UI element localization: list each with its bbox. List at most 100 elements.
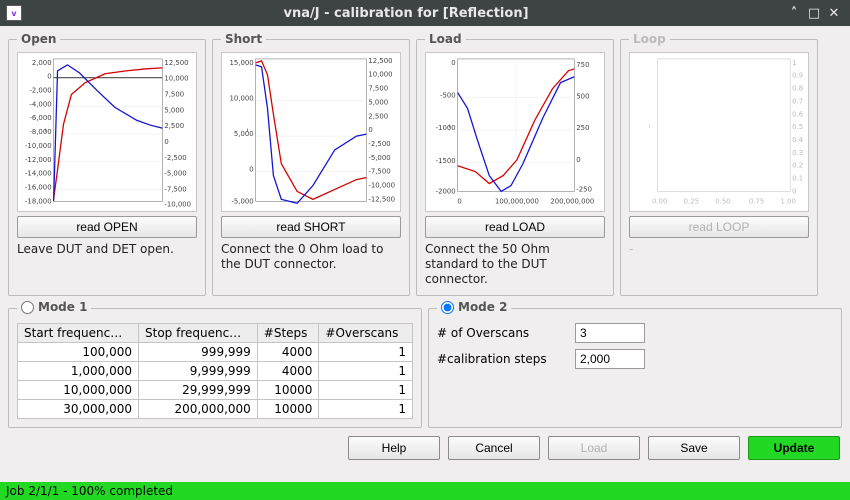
panel-load: Load 0-500 -1000-1500-2000 750500250 0-2… bbox=[416, 32, 614, 296]
mode2-legend: Mode 2 bbox=[458, 300, 507, 314]
svg-text:-7,500: -7,500 bbox=[164, 185, 186, 193]
svg-text:0.6: 0.6 bbox=[792, 110, 803, 118]
svg-text:-2,000: -2,000 bbox=[29, 87, 51, 95]
minimize-icon[interactable]: ˄ bbox=[784, 6, 804, 21]
save-button[interactable]: Save bbox=[648, 436, 740, 460]
svg-text:1: 1 bbox=[792, 59, 796, 67]
mode1-table: Start frequenc… Stop frequenc… #Steps #O… bbox=[17, 323, 413, 419]
svg-text:12,500: 12,500 bbox=[164, 59, 188, 67]
svg-text:-5,000: -5,000 bbox=[164, 170, 186, 178]
chart-short: 15,00010,000 5,0000-5,000 12,50010,0007,… bbox=[221, 52, 401, 212]
svg-text:1.00: 1.00 bbox=[781, 197, 796, 205]
svg-text:2,000: 2,000 bbox=[32, 59, 52, 67]
svg-text:0: 0 bbox=[368, 126, 372, 134]
svg-text:0: 0 bbox=[47, 73, 51, 81]
panel-open: Open 2,0000-2,000 -4,000-6,000-8,000 -10… bbox=[8, 32, 206, 296]
svg-text:-10,000: -10,000 bbox=[368, 181, 395, 189]
svg-text:0: 0 bbox=[164, 138, 168, 146]
mode2-radio-input[interactable] bbox=[441, 301, 454, 314]
panel-open-instr: Leave DUT and DET open. bbox=[17, 242, 197, 282]
panel-short-instr: Connect the 0 Ohm load to the DUT connec… bbox=[221, 242, 401, 282]
mode1-fieldset: Mode 1 Start frequenc… Stop frequenc… #S… bbox=[8, 300, 422, 428]
svg-text:500: 500 bbox=[576, 92, 589, 100]
svg-text:-250: -250 bbox=[576, 185, 592, 193]
svg-text:0: 0 bbox=[249, 166, 253, 174]
panel-load-legend: Load bbox=[425, 32, 466, 46]
svg-text:-12,000: -12,000 bbox=[25, 156, 52, 164]
mode1-radio-input[interactable] bbox=[21, 301, 34, 314]
col-start: Start frequenc… bbox=[18, 323, 139, 342]
svg-text:250: 250 bbox=[576, 124, 589, 132]
panel-loop-instr: - bbox=[629, 242, 809, 282]
panel-load-instr: Connect the 50 Ohm standard to the DUT c… bbox=[425, 242, 605, 287]
panel-open-legend: Open bbox=[17, 32, 60, 46]
svg-text:-10,000: -10,000 bbox=[164, 200, 191, 208]
svg-text:-14,000: -14,000 bbox=[25, 170, 52, 178]
chart-open: 2,0000-2,000 -4,000-6,000-8,000 -10,000-… bbox=[17, 52, 197, 212]
svg-text:-2,500: -2,500 bbox=[368, 140, 390, 148]
table-row: 30,000,000200,000,000100001 bbox=[18, 399, 413, 418]
mode2-radio[interactable]: Mode 2 bbox=[441, 300, 507, 314]
panel-loop: Loop 10.90.8 0.70.60.5 0.40.30.2 0.10 0.… bbox=[620, 32, 818, 296]
svg-text:-5,000: -5,000 bbox=[368, 154, 390, 162]
svg-text:5,000: 5,000 bbox=[164, 106, 184, 114]
maximize-icon[interactable]: □ bbox=[804, 6, 824, 21]
panel-loop-legend: Loop bbox=[629, 32, 670, 46]
panel-short-legend: Short bbox=[221, 32, 266, 46]
read-loop-button: read LOOP bbox=[629, 216, 809, 238]
mode1-radio[interactable]: Mode 1 bbox=[21, 300, 87, 314]
cancel-button[interactable]: Cancel bbox=[448, 436, 540, 460]
svg-text:12,500: 12,500 bbox=[368, 57, 392, 65]
svg-text:-10,000: -10,000 bbox=[25, 142, 52, 150]
svg-text:-2000: -2000 bbox=[436, 187, 456, 195]
update-button[interactable]: Update bbox=[748, 436, 840, 460]
svg-text:0.9: 0.9 bbox=[792, 72, 803, 80]
svg-text:–: – bbox=[243, 128, 252, 132]
svg-text:0: 0 bbox=[451, 59, 455, 67]
svg-text:7,500: 7,500 bbox=[368, 85, 388, 93]
mode1-legend: Mode 1 bbox=[38, 300, 87, 314]
read-open-button[interactable]: read OPEN bbox=[17, 216, 197, 238]
svg-text:15,000: 15,000 bbox=[229, 59, 253, 67]
table-row: 10,000,00029,999,999100001 bbox=[18, 380, 413, 399]
window-title: vna/J - calibration for [Reflection] bbox=[28, 6, 784, 21]
table-row: 1,000,0009,999,99940001 bbox=[18, 361, 413, 380]
close-icon[interactable]: ✕ bbox=[824, 6, 844, 21]
calsteps-input[interactable] bbox=[575, 349, 645, 369]
read-short-button[interactable]: read SHORT bbox=[221, 216, 401, 238]
svg-text:0.2: 0.2 bbox=[792, 162, 803, 170]
svg-text:5,000: 5,000 bbox=[368, 98, 388, 106]
svg-text:-1500: -1500 bbox=[436, 157, 456, 165]
svg-text:-500: -500 bbox=[440, 91, 456, 99]
svg-text:0.5: 0.5 bbox=[792, 123, 803, 131]
status-bar: Job 2/1/1 - 100% completed bbox=[0, 482, 850, 500]
svg-text:0.25: 0.25 bbox=[684, 197, 699, 205]
calsteps-label: #calibration steps bbox=[437, 352, 567, 366]
svg-text:0.1: 0.1 bbox=[792, 175, 803, 183]
titlebar: v vna/J - calibration for [Reflection] ˄… bbox=[0, 0, 850, 26]
svg-text:10,000: 10,000 bbox=[368, 71, 392, 79]
read-load-button[interactable]: read LOAD bbox=[425, 216, 605, 238]
col-steps: #Steps bbox=[257, 323, 319, 342]
svg-text:7,500: 7,500 bbox=[164, 91, 184, 99]
svg-text:2,500: 2,500 bbox=[164, 122, 184, 130]
load-button: Load bbox=[548, 436, 640, 460]
overscans-input[interactable] bbox=[575, 323, 645, 343]
svg-text:-2,500: -2,500 bbox=[164, 154, 186, 162]
chart-loop: 10.90.8 0.70.60.5 0.40.30.2 0.10 0.000.2… bbox=[629, 52, 809, 212]
svg-text:0.4: 0.4 bbox=[792, 136, 803, 144]
svg-text:0.7: 0.7 bbox=[792, 97, 803, 105]
svg-text:2,500: 2,500 bbox=[368, 112, 388, 120]
svg-text:-7,500: -7,500 bbox=[368, 168, 390, 176]
panel-short: Short 15,00010,000 5,0000-5,000 12,50010… bbox=[212, 32, 410, 296]
help-button[interactable]: Help bbox=[348, 436, 440, 460]
svg-text:0.75: 0.75 bbox=[749, 197, 764, 205]
svg-text:10,000: 10,000 bbox=[164, 75, 188, 83]
svg-text:-4,000: -4,000 bbox=[29, 100, 51, 108]
svg-text:0.00: 0.00 bbox=[652, 197, 667, 205]
col-overs: #Overscans bbox=[319, 323, 413, 342]
svg-text:–: – bbox=[645, 124, 654, 128]
app-icon: v bbox=[6, 5, 22, 21]
svg-text:0: 0 bbox=[792, 187, 796, 195]
svg-text:–: – bbox=[41, 128, 50, 132]
